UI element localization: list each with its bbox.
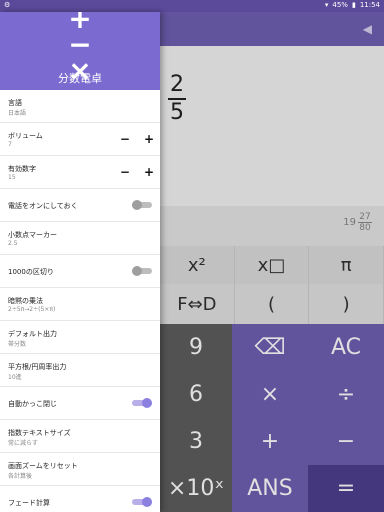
setting-value: 15 bbox=[8, 174, 16, 181]
result-denominator: 80 bbox=[359, 223, 371, 233]
setting-label: 指数テキストサイズ bbox=[8, 429, 71, 437]
setting-item-13[interactable]: フェード計算 bbox=[0, 486, 160, 512]
settings-drawer: + − × ÷ 分数電卓 言語 日本語 ボリューム 7− + 有効数字 15− + 電話をオンにし… bbox=[0, 12, 160, 512]
key-11[interactable]: ANS bbox=[232, 465, 308, 512]
func-key-6[interactable]: ) bbox=[309, 284, 384, 324]
setting-label: 平方根/円周率出力 bbox=[8, 363, 67, 371]
setting-item-9[interactable]: 平方根/円周率出力 10進 bbox=[0, 354, 160, 387]
setting-label: 自動かっこ閉じ bbox=[8, 400, 57, 408]
setting-label: デフォルト出力 bbox=[8, 330, 57, 338]
setting-value: 2÷5π→2÷(5×π) bbox=[8, 306, 56, 313]
fraction-numerator: 2 bbox=[170, 72, 184, 97]
result-preview: 19 27 80 bbox=[343, 212, 372, 233]
key-9[interactable]: − bbox=[308, 418, 384, 465]
setting-item-7[interactable]: 暗黙の乗法 2÷5π→2÷(5×π) bbox=[0, 288, 160, 321]
drawer-header: + − × ÷ 分数電卓 bbox=[0, 12, 160, 113]
func-key-5[interactable]: ( bbox=[235, 284, 310, 324]
setting-label: 1000の区切り bbox=[8, 268, 54, 276]
app-title: 分数電卓 bbox=[58, 72, 102, 85]
fraction-denominator: 5 bbox=[170, 100, 184, 125]
setting-item-11[interactable]: 指数テキストサイズ 常に減らす bbox=[0, 420, 160, 453]
setting-value: 日本語 bbox=[8, 110, 27, 117]
setting-label: 電話をオンにしておく bbox=[8, 202, 78, 210]
key-10[interactable]: ×10ˣ bbox=[160, 465, 232, 512]
key-6[interactable]: ÷ bbox=[308, 371, 384, 418]
setting-value: 帯分数 bbox=[8, 341, 27, 348]
key-4[interactable]: 6 bbox=[160, 371, 232, 418]
setting-item-8[interactable]: デフォルト出力 帯分数 bbox=[0, 321, 160, 354]
result-numerator: 27 bbox=[359, 212, 371, 222]
setting-label: フェード計算 bbox=[8, 499, 50, 507]
plus-button[interactable]: + bbox=[144, 132, 154, 146]
setting-value: 常に減らす bbox=[8, 440, 38, 447]
setting-label: ボリューム bbox=[8, 132, 43, 140]
clock: 11:54 bbox=[359, 1, 380, 9]
setting-value: 2.5 bbox=[8, 240, 18, 247]
func-key-4[interactable]: F⇔D bbox=[160, 284, 235, 324]
setting-toggle[interactable] bbox=[132, 398, 152, 408]
key-3[interactable]: AC bbox=[308, 324, 384, 371]
setting-toggle[interactable] bbox=[132, 497, 152, 507]
android-debug-icon: ⚙ bbox=[4, 1, 11, 9]
key-2[interactable]: ⌫ bbox=[232, 324, 308, 371]
function-row-1: x² x□ π bbox=[160, 246, 384, 284]
setting-item-2[interactable]: ボリューム 7 − + bbox=[0, 123, 160, 156]
collapse-arrow-icon[interactable]: ◀ bbox=[363, 22, 372, 36]
battery-icon: ▮ bbox=[351, 1, 356, 9]
setting-label: 画面ズームをリセット bbox=[8, 462, 78, 470]
expression-fraction: 2 5 bbox=[168, 74, 186, 124]
key-7[interactable]: 3 bbox=[160, 418, 232, 465]
setting-item-5[interactable]: 小数点マーカー 2.5 bbox=[0, 222, 160, 255]
key-5[interactable]: × bbox=[232, 371, 308, 418]
setting-item-6[interactable]: 1000の区切り bbox=[0, 255, 160, 288]
setting-value: 7 bbox=[8, 141, 12, 148]
setting-label: 有効数字 bbox=[8, 165, 36, 173]
setting-item-10[interactable]: 自動かっこ閉じ bbox=[0, 387, 160, 420]
setting-item-1[interactable]: 言語 日本語 bbox=[0, 90, 160, 123]
function-row-2: F⇔D() bbox=[160, 284, 384, 324]
setting-label: 言語 bbox=[8, 99, 22, 107]
key-12[interactable]: = bbox=[308, 465, 384, 512]
number-pad: 9 ⌫ AC 6 × ÷ 3 + − ×10ˣ ANS = bbox=[160, 324, 384, 512]
battery-level: 45% bbox=[332, 1, 348, 9]
status-bar: ⚙ ▾ 45% ▮ 11:54 bbox=[0, 0, 384, 12]
func-key-1[interactable]: x² bbox=[160, 246, 235, 284]
setting-label: 小数点マーカー bbox=[8, 231, 57, 239]
minus-button[interactable]: − bbox=[120, 132, 130, 146]
app-logo: + − × ÷ bbox=[68, 12, 92, 113]
plus-button[interactable]: + bbox=[144, 165, 154, 179]
setting-item-3[interactable]: 有効数字 15 − + bbox=[0, 156, 160, 189]
setting-toggle[interactable] bbox=[132, 200, 152, 210]
setting-item-12[interactable]: 画面ズームをリセット 各計算後 bbox=[0, 453, 160, 486]
key-1[interactable]: 9 bbox=[160, 324, 232, 371]
result-whole: 19 bbox=[343, 217, 356, 228]
key-8[interactable]: + bbox=[232, 418, 308, 465]
setting-value: 各計算後 bbox=[8, 473, 33, 480]
wifi-icon: ▾ bbox=[324, 1, 329, 9]
setting-item-4[interactable]: 電話をオンにしておく bbox=[0, 189, 160, 222]
expression-display[interactable] bbox=[160, 46, 384, 206]
setting-value: 10進 bbox=[8, 374, 22, 381]
setting-label: 暗黙の乗法 bbox=[8, 297, 43, 305]
setting-toggle[interactable] bbox=[132, 266, 152, 276]
keypad: x² x□ π F⇔D() 9 ⌫ AC 6 × ÷ 3 + − ×10ˣ ANS = bbox=[160, 246, 384, 512]
func-key-3[interactable]: π bbox=[309, 246, 384, 284]
settings-list: 言語 日本語 ボリューム 7− + 有効数字 15− + 電話をオンにしておく 小数点マーカー 2.… bbox=[0, 90, 160, 512]
minus-button[interactable]: − bbox=[120, 165, 130, 179]
func-key-2[interactable]: x□ bbox=[235, 246, 310, 284]
